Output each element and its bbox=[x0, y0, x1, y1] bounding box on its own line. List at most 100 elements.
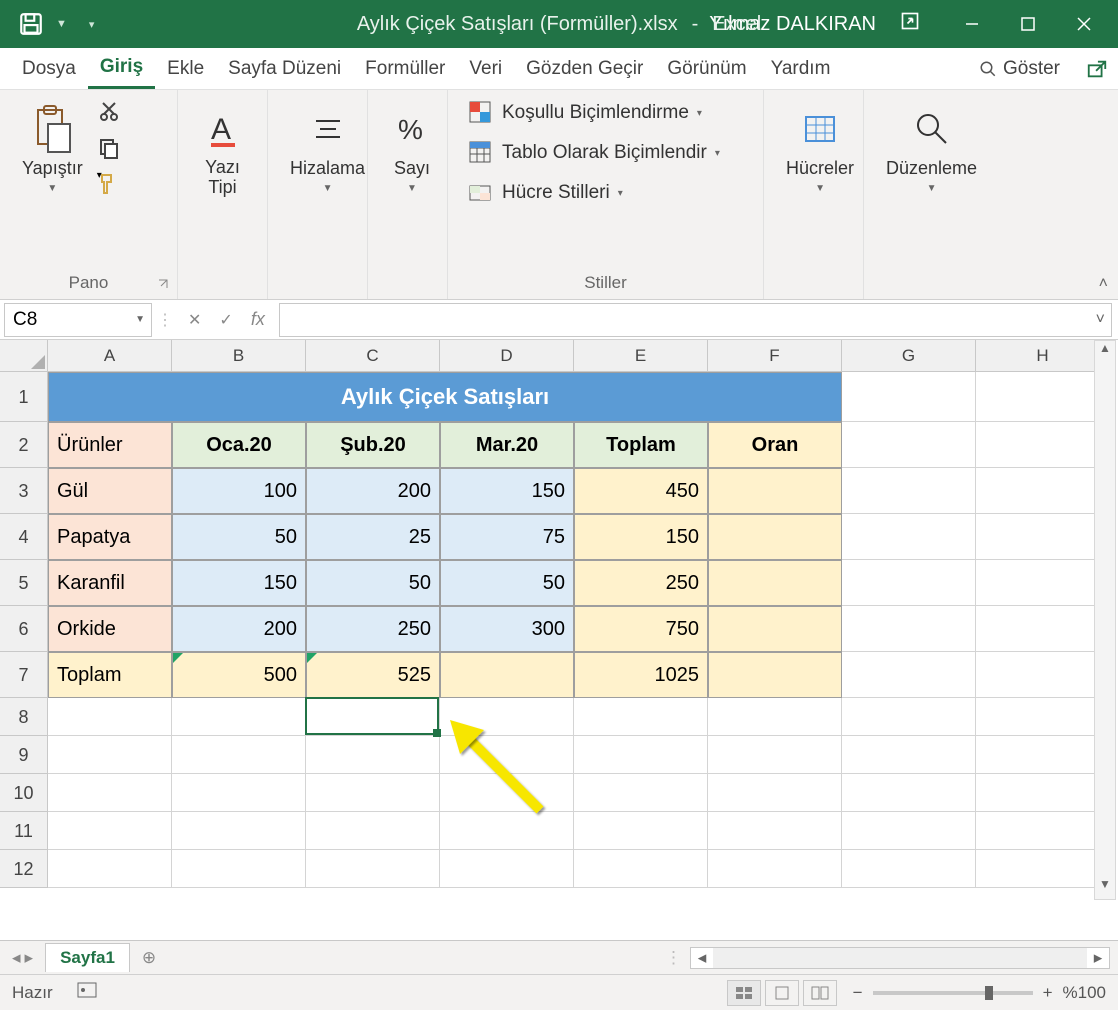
cell[interactable]: 200 bbox=[172, 606, 306, 652]
cell[interactable] bbox=[440, 652, 574, 698]
cell[interactable]: 250 bbox=[574, 560, 708, 606]
cell[interactable] bbox=[440, 850, 574, 888]
cell[interactable] bbox=[842, 774, 976, 812]
column-header[interactable]: F bbox=[708, 340, 842, 372]
cell[interactable] bbox=[48, 850, 172, 888]
cell[interactable] bbox=[708, 468, 842, 514]
scroll-left-icon[interactable]: ◂ bbox=[691, 948, 713, 968]
column-header[interactable]: B bbox=[172, 340, 306, 372]
cell[interactable] bbox=[48, 736, 172, 774]
cell[interactable] bbox=[976, 698, 1110, 736]
cell[interactable] bbox=[440, 736, 574, 774]
column-header[interactable]: A bbox=[48, 340, 172, 372]
row-header[interactable]: 8 bbox=[0, 698, 48, 736]
new-sheet-icon[interactable]: ⊕ bbox=[130, 948, 168, 968]
cell[interactable] bbox=[842, 698, 976, 736]
cell[interactable]: 150 bbox=[440, 468, 574, 514]
macro-record-icon[interactable] bbox=[77, 982, 97, 1003]
cell[interactable]: 100 bbox=[172, 468, 306, 514]
cell[interactable] bbox=[842, 606, 976, 652]
column-header[interactable]: E bbox=[574, 340, 708, 372]
cancel-formula-icon[interactable]: ✕ bbox=[188, 310, 201, 330]
cell[interactable] bbox=[440, 812, 574, 850]
cell[interactable]: 450 bbox=[574, 468, 708, 514]
cell[interactable]: 200 bbox=[306, 468, 440, 514]
scroll-down-icon[interactable]: ▼ bbox=[1095, 877, 1115, 899]
column-header[interactable]: C bbox=[306, 340, 440, 372]
cell[interactable]: 300 bbox=[440, 606, 574, 652]
cells-button[interactable]: Hücreler ▼ bbox=[778, 100, 862, 198]
cell[interactable] bbox=[708, 736, 842, 774]
cell[interactable] bbox=[708, 850, 842, 888]
name-box[interactable]: C8 ▼ bbox=[4, 303, 152, 337]
sheet-nav-prev-icon[interactable]: ◂ bbox=[12, 948, 21, 968]
cell[interactable] bbox=[574, 698, 708, 736]
cell[interactable] bbox=[976, 514, 1110, 560]
cell[interactable]: Karanfil bbox=[48, 560, 172, 606]
cell[interactable]: 50 bbox=[172, 514, 306, 560]
cell[interactable] bbox=[708, 606, 842, 652]
font-button[interactable]: A Yazı Tipi bbox=[192, 100, 253, 202]
cell[interactable]: Toplam bbox=[48, 652, 172, 698]
cell[interactable]: Gül bbox=[48, 468, 172, 514]
cell[interactable] bbox=[976, 736, 1110, 774]
cell[interactable]: 50 bbox=[440, 560, 574, 606]
horizontal-scrollbar[interactable]: ◂ ▸ bbox=[690, 947, 1110, 969]
row-header[interactable]: 10 bbox=[0, 774, 48, 812]
cell[interactable] bbox=[306, 774, 440, 812]
cell[interactable] bbox=[172, 698, 306, 736]
cell-styles-button[interactable]: Hücre Stilleri ▾ bbox=[468, 180, 720, 206]
row-header[interactable]: 4 bbox=[0, 514, 48, 560]
share-icon[interactable] bbox=[1086, 58, 1108, 80]
cell[interactable] bbox=[976, 468, 1110, 514]
row-header[interactable]: 5 bbox=[0, 560, 48, 606]
cell[interactable]: 50 bbox=[306, 560, 440, 606]
cell[interactable] bbox=[976, 422, 1110, 468]
cell[interactable] bbox=[976, 606, 1110, 652]
row-header[interactable]: 7 bbox=[0, 652, 48, 698]
number-button[interactable]: % Sayı ▼ bbox=[382, 100, 442, 198]
cell[interactable] bbox=[842, 468, 976, 514]
zoom-out-icon[interactable]: − bbox=[853, 983, 863, 1003]
tab-help[interactable]: Yardım bbox=[759, 50, 843, 88]
cell[interactable]: 150 bbox=[574, 514, 708, 560]
cell[interactable] bbox=[708, 812, 842, 850]
format-as-table-button[interactable]: Tablo Olarak Biçimlendir ▾ bbox=[468, 140, 720, 166]
cell[interactable]: 1025 bbox=[574, 652, 708, 698]
cell[interactable]: Orkide bbox=[48, 606, 172, 652]
view-normal-icon[interactable] bbox=[727, 980, 761, 1006]
row-header[interactable]: 9 bbox=[0, 736, 48, 774]
sheet-nav-next-icon[interactable]: ▸ bbox=[25, 948, 34, 968]
paste-button[interactable]: Yapıştır ▼ bbox=[14, 100, 91, 198]
cell[interactable] bbox=[306, 698, 440, 736]
fx-icon[interactable]: fx bbox=[251, 309, 265, 330]
qat-dropdown-icon[interactable]: ▼ bbox=[56, 18, 67, 30]
dialog-launcher-icon[interactable] bbox=[157, 277, 171, 291]
zoom-slider[interactable] bbox=[873, 991, 1033, 995]
cell[interactable] bbox=[976, 372, 1110, 422]
zoom-in-icon[interactable]: + bbox=[1043, 983, 1053, 1003]
cell[interactable] bbox=[976, 850, 1110, 888]
row-header[interactable]: 6 bbox=[0, 606, 48, 652]
cell[interactable] bbox=[172, 736, 306, 774]
cell[interactable] bbox=[306, 812, 440, 850]
row-header[interactable]: 2 bbox=[0, 422, 48, 468]
row-header[interactable]: 12 bbox=[0, 850, 48, 888]
cell[interactable] bbox=[172, 812, 306, 850]
cell[interactable] bbox=[48, 698, 172, 736]
cell[interactable] bbox=[842, 372, 976, 422]
alignment-button[interactable]: Hizalama ▼ bbox=[282, 100, 373, 198]
cell[interactable]: Aylık Çiçek Satışları bbox=[48, 372, 842, 422]
ribbon-display-icon[interactable] bbox=[900, 11, 920, 37]
cell[interactable] bbox=[708, 514, 842, 560]
cell[interactable] bbox=[574, 774, 708, 812]
column-header[interactable]: D bbox=[440, 340, 574, 372]
cell[interactable] bbox=[48, 812, 172, 850]
scroll-up-icon[interactable]: ▲ bbox=[1095, 341, 1115, 363]
sheet-tab[interactable]: Sayfa1 bbox=[45, 943, 130, 972]
cell[interactable]: Oran bbox=[708, 422, 842, 468]
save-icon[interactable] bbox=[18, 11, 44, 37]
cell[interactable]: 750 bbox=[574, 606, 708, 652]
tab-review[interactable]: Gözden Geçir bbox=[514, 50, 655, 88]
cell[interactable]: Mar.20 bbox=[440, 422, 574, 468]
